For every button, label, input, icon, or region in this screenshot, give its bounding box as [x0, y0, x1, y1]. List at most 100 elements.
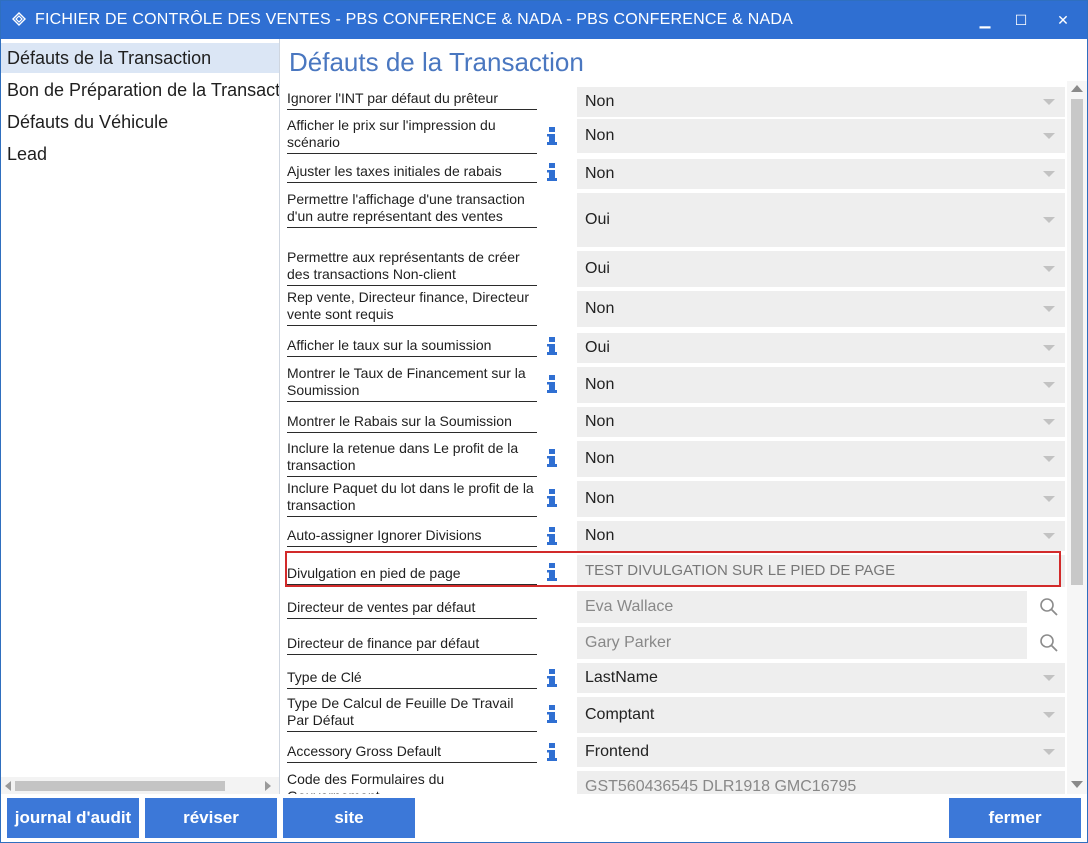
sales-control-window: FICHIER DE CONTRÔLE DES VENTES - PBS CON… — [0, 0, 1088, 843]
chevron-down-icon[interactable] — [1043, 496, 1055, 502]
scroll-left-icon[interactable] — [5, 781, 11, 791]
setting-select[interactable]: Non — [577, 481, 1065, 517]
setting-label: Permettre aux représentants de créer des… — [287, 249, 537, 286]
scroll-right-icon[interactable] — [265, 781, 271, 791]
minimize-button[interactable]: ▁ — [967, 1, 1003, 39]
page-title: Défauts de la Transaction — [289, 47, 584, 77]
setting-label: Ajuster les taxes initiales de rabais — [287, 163, 537, 183]
scrollbar-thumb[interactable] — [15, 781, 225, 791]
title-bar: FICHIER DE CONTRÔLE DES VENTES - PBS CON… — [1, 1, 1087, 39]
setting-value: Non — [585, 127, 615, 144]
setting-select[interactable]: Non — [577, 119, 1065, 153]
setting-select[interactable]: Non — [577, 367, 1065, 403]
setting-select[interactable]: LastName — [577, 663, 1065, 693]
content-vertical-scrollbar[interactable] — [1067, 81, 1087, 794]
setting-select[interactable]: Non — [577, 159, 1065, 189]
setting-label: Rep vente, Directeur finance, Directeur … — [287, 289, 537, 326]
setting-row: Ignorer l'INT par défaut du prêteur Non — [281, 85, 1067, 117]
chevron-down-icon[interactable] — [1043, 533, 1055, 539]
setting-row: Inclure Paquet du lot dans le profit de … — [281, 479, 1067, 519]
setting-label: Montrer le Rabais sur la Soumission — [287, 413, 537, 433]
chevron-down-icon[interactable] — [1043, 456, 1055, 462]
chevron-down-icon[interactable] — [1043, 382, 1055, 388]
sidebar-horizontal-scrollbar[interactable] — [1, 777, 279, 794]
setting-row: Directeur de ventes par défaut Eva Walla… — [281, 591, 1067, 625]
setting-row: Ajuster les taxes initiales de rabais No… — [281, 157, 1067, 191]
finance-manager-lookup[interactable]: Gary Parker — [577, 627, 1027, 659]
setting-value: Oui — [585, 339, 610, 356]
scroll-down-icon[interactable] — [1071, 781, 1083, 788]
setting-value: Non — [585, 93, 615, 110]
sidebar-item-vehicle-defaults[interactable]: Défauts du Véhicule — [1, 107, 279, 137]
setting-select[interactable]: Oui — [577, 333, 1065, 363]
setting-select[interactable]: Non — [577, 291, 1065, 327]
setting-select[interactable]: Non — [577, 407, 1065, 437]
setting-label: Inclure la retenue dans Le profit de la … — [287, 440, 537, 477]
close-window-button[interactable]: ✕ — [1045, 1, 1081, 39]
setting-select[interactable]: Oui — [577, 251, 1065, 287]
info-icon[interactable] — [545, 449, 559, 467]
government-forms-code-field[interactable]: GST560436545 DLR1918 GMC16795 — [577, 771, 1065, 794]
sidebar: Défauts de la Transaction Bon de Prépara… — [1, 39, 280, 794]
setting-value: Oui — [585, 260, 610, 277]
footer-bar: journal d'audit réviser site fermer — [1, 794, 1087, 842]
scrollbar-thumb[interactable] — [1071, 99, 1083, 585]
chevron-down-icon[interactable] — [1043, 266, 1055, 272]
sidebar-item-lead[interactable]: Lead — [1, 139, 279, 169]
setting-select[interactable]: Frontend — [577, 737, 1065, 767]
site-button[interactable]: site — [283, 798, 415, 838]
setting-label: Afficher le taux sur la soumission — [287, 337, 537, 357]
info-icon[interactable] — [545, 163, 559, 181]
setting-label: Accessory Gross Default — [287, 743, 537, 763]
setting-value: GST560436545 DLR1918 GMC16795 — [585, 778, 857, 794]
setting-row: Montrer le Taux de Financement sur la So… — [281, 365, 1067, 405]
sidebar-item-transaction-preparation[interactable]: Bon de Préparation de la Transaction — [1, 75, 279, 105]
info-icon[interactable] — [545, 489, 559, 507]
close-button[interactable]: fermer — [949, 798, 1081, 838]
highlight-box — [285, 551, 1061, 587]
chevron-down-icon[interactable] — [1043, 749, 1055, 755]
info-icon[interactable] — [545, 705, 559, 723]
chevron-down-icon[interactable] — [1043, 133, 1055, 139]
chevron-down-icon[interactable] — [1043, 712, 1055, 718]
setting-value: Non — [585, 413, 615, 430]
info-icon[interactable] — [545, 669, 559, 687]
setting-select[interactable]: Non — [577, 441, 1065, 477]
sales-manager-lookup[interactable]: Eva Wallace — [577, 591, 1027, 623]
info-icon[interactable] — [545, 527, 559, 545]
search-icon[interactable] — [1039, 597, 1059, 617]
search-icon[interactable] — [1039, 633, 1059, 653]
chevron-down-icon[interactable] — [1043, 217, 1055, 223]
setting-select[interactable]: Non — [577, 87, 1065, 117]
setting-row: Auto-assigner Ignorer Divisions Non — [281, 519, 1067, 553]
setting-value: Non — [585, 490, 615, 507]
scroll-up-icon[interactable] — [1071, 85, 1083, 92]
info-icon[interactable] — [545, 375, 559, 393]
setting-value: Non — [585, 165, 615, 182]
setting-row: Afficher le taux sur la soumission Oui — [281, 331, 1067, 365]
setting-row: Directeur de finance par défaut Gary Par… — [281, 625, 1067, 661]
chevron-down-icon[interactable] — [1043, 345, 1055, 351]
setting-value: Non — [585, 376, 615, 393]
info-icon[interactable] — [545, 743, 559, 761]
chevron-down-icon[interactable] — [1043, 419, 1055, 425]
setting-label: Code des Formulaires du Gouvernement — [287, 771, 537, 794]
sidebar-item-transaction-defaults[interactable]: Défauts de la Transaction — [1, 43, 279, 73]
setting-row: Permettre l'affichage d'une transaction … — [281, 191, 1067, 249]
chevron-down-icon[interactable] — [1043, 99, 1055, 105]
setting-value: Frontend — [585, 743, 650, 760]
setting-select[interactable]: Comptant — [577, 697, 1065, 733]
setting-value: Non — [585, 300, 615, 317]
chevron-down-icon[interactable] — [1043, 675, 1055, 681]
setting-select[interactable]: Oui — [577, 193, 1065, 247]
chevron-down-icon[interactable] — [1043, 171, 1055, 177]
maximize-button[interactable]: ☐ — [1003, 1, 1039, 39]
setting-select[interactable]: Non — [577, 521, 1065, 551]
settings-panel: Défauts de la Transaction Ignorer l'INT … — [281, 39, 1067, 794]
audit-log-button[interactable]: journal d'audit — [7, 798, 139, 838]
chevron-down-icon[interactable] — [1043, 306, 1055, 312]
setting-label: Permettre l'affichage d'une transaction … — [287, 191, 537, 228]
info-icon[interactable] — [545, 337, 559, 355]
review-button[interactable]: réviser — [145, 798, 277, 838]
info-icon[interactable] — [545, 127, 559, 145]
